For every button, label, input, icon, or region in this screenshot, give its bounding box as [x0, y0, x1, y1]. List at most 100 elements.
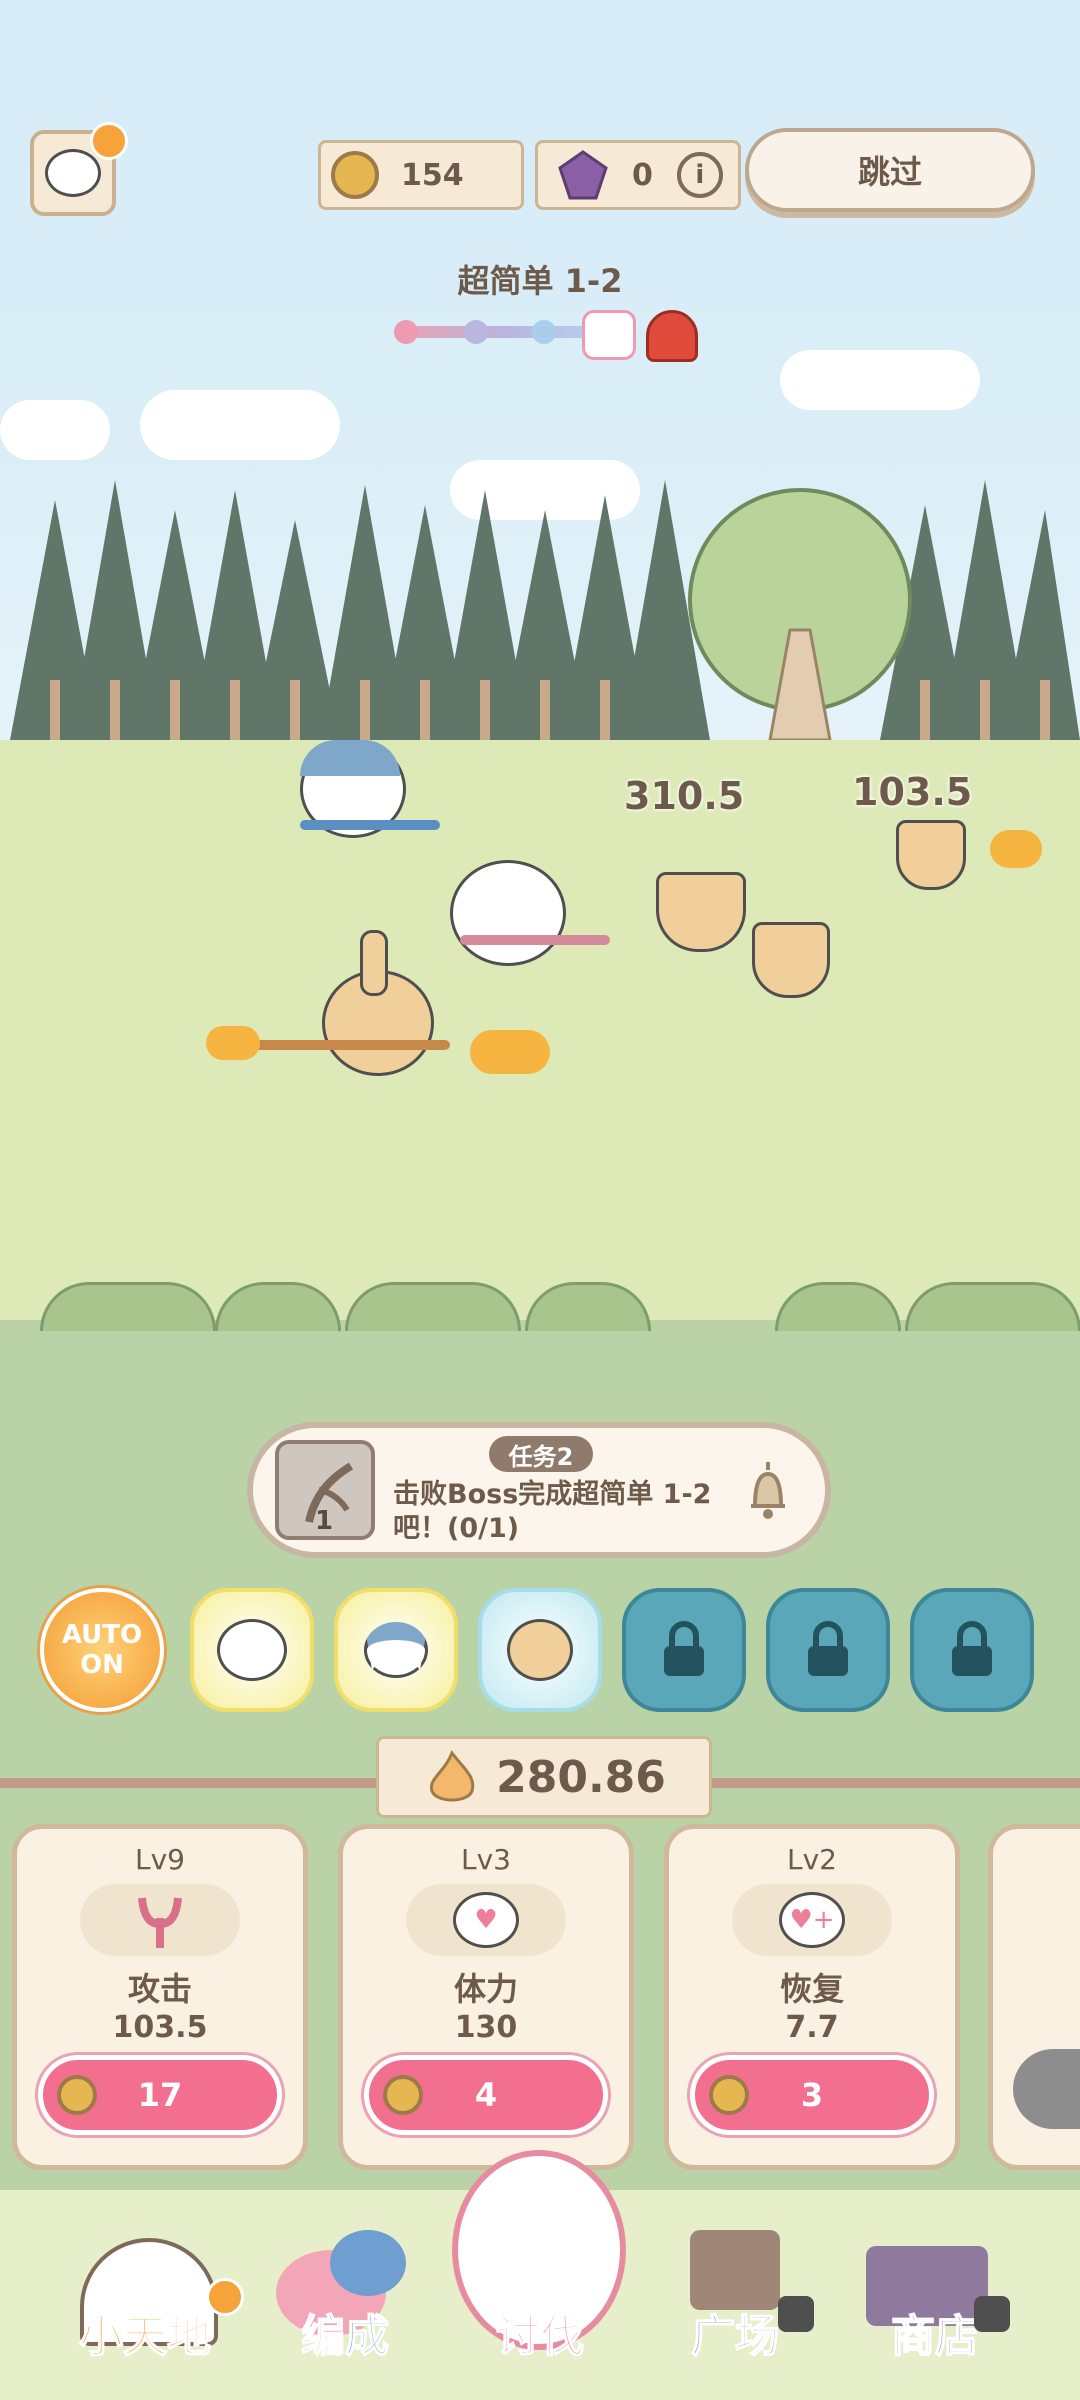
- skip-button[interactable]: 跳过: [745, 128, 1035, 212]
- usagi-ear: [360, 930, 388, 996]
- skill-slot-locked[interactable]: [622, 1588, 746, 1712]
- damage-number: 103.5: [852, 770, 973, 814]
- gem-counter: 0 i: [535, 140, 741, 210]
- auto-battle-toggle[interactable]: AUTO ON: [40, 1588, 164, 1712]
- cloud: [0, 400, 110, 460]
- bell-icon[interactable]: [743, 1456, 793, 1526]
- upgrade-cost: 4: [474, 2076, 498, 2114]
- lock-icon: [808, 1621, 848, 1676]
- task-badge: 任务2: [489, 1436, 593, 1472]
- card-stat-name: 体力: [453, 1970, 518, 2008]
- gem-amount: 0: [632, 157, 653, 193]
- skill-slot-hachiware[interactable]: [334, 1588, 458, 1712]
- info-icon[interactable]: i: [676, 152, 723, 198]
- nav-item-home[interactable]: 小天地: [70, 2300, 220, 2364]
- cloud: [140, 390, 340, 460]
- recovery-stat-icon: ♥+: [732, 1884, 892, 1956]
- home-notification-dot: [206, 2278, 244, 2316]
- attack-stat-icon: [80, 1884, 240, 1956]
- forest: [0, 480, 1080, 750]
- card-stat-name: 恢复: [779, 1970, 844, 2008]
- upgrade-card-partial[interactable]: [988, 1824, 1080, 2170]
- notification-dot: [90, 122, 128, 160]
- usagi-skill-icon: [507, 1619, 573, 1681]
- forest-trees: [10, 480, 1080, 742]
- card-level: Lv9: [135, 1843, 185, 1876]
- auto-state-label: ON: [80, 1650, 124, 1680]
- task-item-count: 1: [315, 1506, 334, 1536]
- card-stat-value: 7.7: [785, 2010, 839, 2045]
- skip-label: 跳过: [857, 153, 922, 191]
- nav-item-team[interactable]: 编成: [270, 2300, 420, 2364]
- coin-counter: 154: [318, 140, 524, 210]
- power-flame-icon: [429, 1749, 475, 1802]
- heart-plus-icon: ♥+: [779, 1892, 845, 1948]
- card-stat-value: 103.5: [112, 2010, 208, 2045]
- cloud: [780, 350, 980, 410]
- hachiware-skill-icon: [364, 1622, 428, 1678]
- plaza-signpost-icon: [690, 2230, 780, 2310]
- plaza-lock-icon: [778, 2296, 814, 2332]
- team-icon-secondary: [330, 2230, 406, 2296]
- enemy-creature: [752, 922, 830, 998]
- damage-number: 310.5: [624, 774, 745, 818]
- combat-power-value: 280.86: [496, 1751, 666, 1803]
- upgrade-cost: 3: [800, 2076, 824, 2114]
- stage-node: [394, 320, 418, 344]
- coin-amount: 154: [401, 157, 464, 193]
- stamina-stat-icon: ♥: [406, 1884, 566, 1956]
- card-stat-name: 攻击: [127, 1970, 192, 2008]
- stage-title: 超简单 1-2: [457, 262, 623, 300]
- task-banner[interactable]: 1 任务2 击败Boss完成超简单 1-2吧！(0/1): [247, 1422, 831, 1558]
- upgrade-stamina-button[interactable]: 4: [364, 2055, 608, 2135]
- enemy-creature: [656, 872, 746, 952]
- nav-item-subjugation[interactable]: 讨伐: [465, 2300, 615, 2364]
- fire-effect: [470, 1030, 550, 1074]
- skill-slot-chiikawa[interactable]: [190, 1588, 314, 1712]
- lock-icon: [952, 1621, 992, 1676]
- chiikawa-character: [450, 860, 566, 966]
- fire-effect: [990, 830, 1042, 868]
- enemy-creature: [896, 820, 966, 890]
- lock-icon: [664, 1621, 704, 1676]
- partial-buy-button: [1013, 2049, 1080, 2129]
- shop-lock-icon: [974, 2296, 1010, 2332]
- card-level: Lv2: [787, 1843, 837, 1876]
- upgrade-card-stamina: Lv3 ♥ 体力 130 4: [338, 1824, 634, 2170]
- heart-icon: ♥: [453, 1892, 519, 1948]
- skill-slot-locked[interactable]: [910, 1588, 1034, 1712]
- card-level: Lv3: [461, 1843, 511, 1876]
- gem-icon: [558, 150, 608, 200]
- boss-alarm-icon: [646, 310, 698, 362]
- upgrade-card-attack: Lv9 攻击 103.5 17: [12, 1824, 308, 2170]
- hachiware-weapon: [300, 820, 440, 830]
- nav-label: 讨伐: [495, 2310, 585, 2363]
- bush: [345, 1282, 521, 1331]
- chiikawa-skill-icon: [217, 1619, 287, 1681]
- skill-slot-usagi[interactable]: [478, 1588, 602, 1712]
- combat-power-plaque: 280.86: [376, 1736, 712, 1818]
- claw-icon: [138, 1897, 182, 1948]
- task-description: 击败Boss完成超简单 1-2吧！(0/1): [393, 1479, 712, 1544]
- stage-node: [464, 320, 488, 344]
- card-stat-value: 130: [454, 2010, 518, 2045]
- avatar-icon: [45, 149, 101, 197]
- stage-node: [532, 320, 556, 344]
- upgrade-attack-button[interactable]: 17: [38, 2055, 282, 2135]
- coin-icon: [331, 151, 379, 199]
- nav-label: 广场: [690, 2310, 780, 2363]
- bush: [905, 1282, 1080, 1331]
- auto-label: AUTO: [61, 1620, 143, 1650]
- upgrade-recovery-button[interactable]: 3: [690, 2055, 934, 2135]
- nav-label: 小天地: [78, 2310, 212, 2363]
- fire-effect: [206, 1026, 260, 1060]
- skill-slot-locked[interactable]: [766, 1588, 890, 1712]
- nav-label: 编成: [300, 2310, 390, 2363]
- chiikawa-weapon: [460, 935, 610, 945]
- current-stage-marker-icon: [582, 310, 636, 360]
- nav-label: 商店: [890, 2310, 980, 2363]
- upgrade-card-recovery: Lv2 ♥+ 恢复 7.7 3: [664, 1824, 960, 2170]
- upgrade-cost: 17: [137, 2076, 183, 2114]
- task-item-slot: 1: [275, 1440, 375, 1540]
- bush: [40, 1282, 216, 1331]
